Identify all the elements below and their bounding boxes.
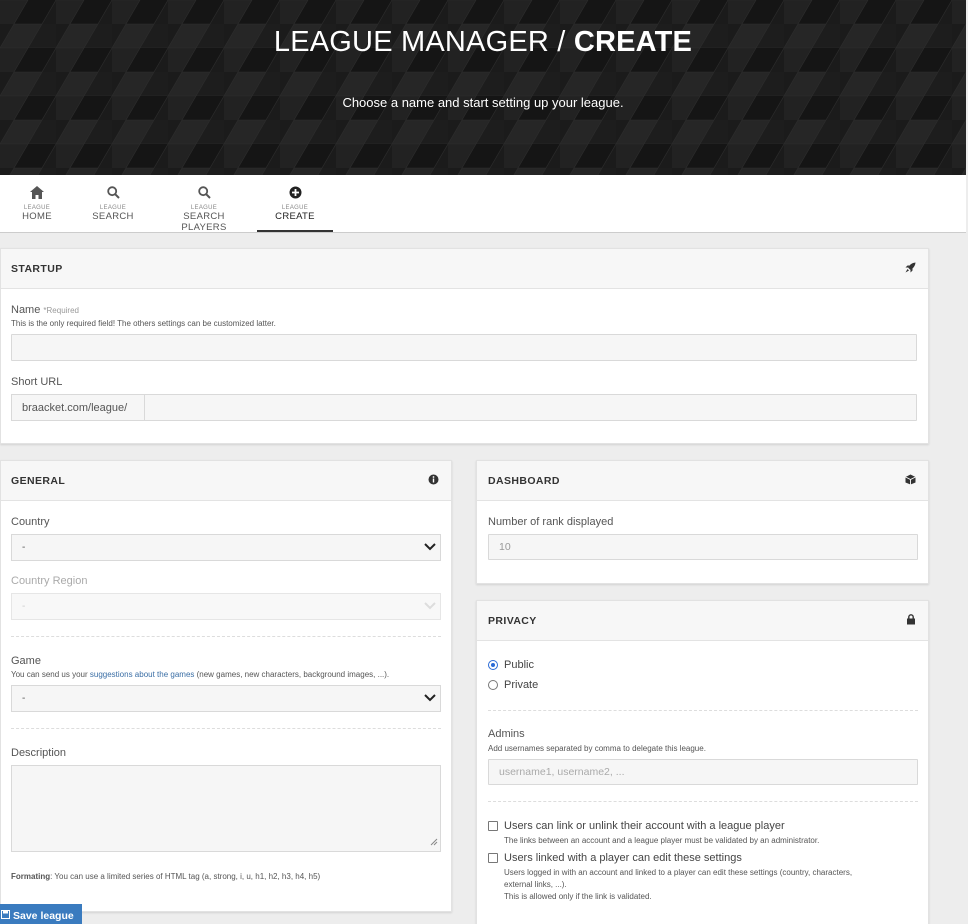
startup-header: STARTUP — [1, 249, 928, 289]
rocket-icon — [905, 262, 916, 276]
country-select[interactable]: - — [11, 534, 441, 561]
rank-input[interactable]: 10 — [488, 534, 918, 560]
radio-private[interactable]: Private — [488, 679, 538, 691]
search-icon — [160, 186, 248, 200]
page-subtitle: Choose a name and start setting up your … — [342, 95, 624, 110]
cube-icon — [905, 474, 916, 488]
divider — [488, 710, 918, 711]
divider — [11, 636, 441, 637]
page-title: LEAGUE MANAGER / CREATE — [273, 26, 693, 58]
game-label: Game — [11, 655, 41, 667]
edit-settings-help-1: Users logged in with an account and link… — [504, 868, 853, 877]
general-panel: GENERAL Country - Country Region - Game … — [0, 460, 452, 912]
short-url-input[interactable] — [144, 394, 917, 421]
hero-banner: LEAGUE MANAGER / CREATE Choose a name an… — [0, 0, 966, 175]
edit-settings-help-3: This is allowed only if the link is vali… — [504, 892, 652, 901]
checkbox[interactable] — [488, 821, 498, 831]
home-icon — [16, 186, 58, 200]
privacy-panel: PRIVACY Public Private Admins Add userna… — [476, 600, 929, 924]
country-label: Country — [11, 516, 50, 528]
edit-settings-help-2: external links, ...). — [504, 880, 567, 889]
name-help: This is the only required field! The oth… — [11, 319, 276, 328]
chevron-down-icon — [424, 542, 436, 553]
short-url-prefix: braacket.com/league/ — [11, 394, 145, 421]
admins-help: Add usernames separated by comma to dele… — [488, 744, 706, 753]
game-help: You can send us your suggestions about t… — [11, 670, 390, 679]
dashboard-header: DASHBOARD — [477, 461, 928, 501]
privacy-header: PRIVACY — [477, 601, 928, 641]
checkbox[interactable] — [488, 853, 498, 863]
short-url-label: Short URL — [11, 376, 63, 388]
league-nav: LEAGUE HOME LEAGUE SEARCH LEAGUE SEARCH … — [0, 175, 966, 233]
description-textarea[interactable] — [11, 765, 441, 852]
nav-item-home[interactable]: LEAGUE HOME — [16, 175, 58, 232]
plus-circle-icon — [257, 186, 333, 200]
region-label: Country Region — [11, 575, 88, 587]
search-icon — [91, 186, 135, 200]
radio-public[interactable]: Public — [488, 659, 534, 671]
dashboard-panel: DASHBOARD Number of rank displayed 10 — [476, 460, 929, 584]
name-label: Name *Required — [11, 304, 79, 316]
admins-label: Admins — [488, 728, 525, 740]
startup-panel: STARTUP Name *Required This is the only … — [0, 248, 929, 444]
nav-item-create[interactable]: LEAGUE CREATE — [257, 175, 333, 232]
radio-button[interactable] — [488, 680, 498, 690]
radio-button[interactable] — [488, 660, 498, 670]
admins-input[interactable]: username1, username2, ... — [488, 759, 918, 785]
nav-item-search[interactable]: LEAGUE SEARCH — [91, 175, 135, 232]
chevron-down-icon — [424, 693, 436, 704]
divider — [488, 801, 918, 802]
chevron-down-icon — [424, 601, 436, 612]
nav-item-search-players[interactable]: LEAGUE SEARCH PLAYERS — [160, 175, 248, 233]
lock-icon — [906, 614, 916, 628]
divider — [11, 728, 441, 729]
rank-label: Number of rank displayed — [488, 516, 614, 528]
game-select[interactable]: - — [11, 685, 441, 712]
region-select[interactable]: - — [11, 593, 441, 620]
link-account-help: The links between an account and a leagu… — [504, 836, 820, 845]
save-league-button[interactable]: Save league — [0, 904, 82, 924]
info-circle-icon — [428, 474, 439, 488]
name-input[interactable] — [11, 334, 917, 361]
resize-grip-icon[interactable] — [430, 835, 438, 849]
save-icon — [1, 910, 10, 922]
suggestions-link[interactable]: suggestions about the games — [90, 670, 195, 679]
general-header: GENERAL — [1, 461, 451, 501]
formatting-help: Formating: You can use a limited series … — [11, 872, 321, 881]
description-label: Description — [11, 747, 67, 759]
